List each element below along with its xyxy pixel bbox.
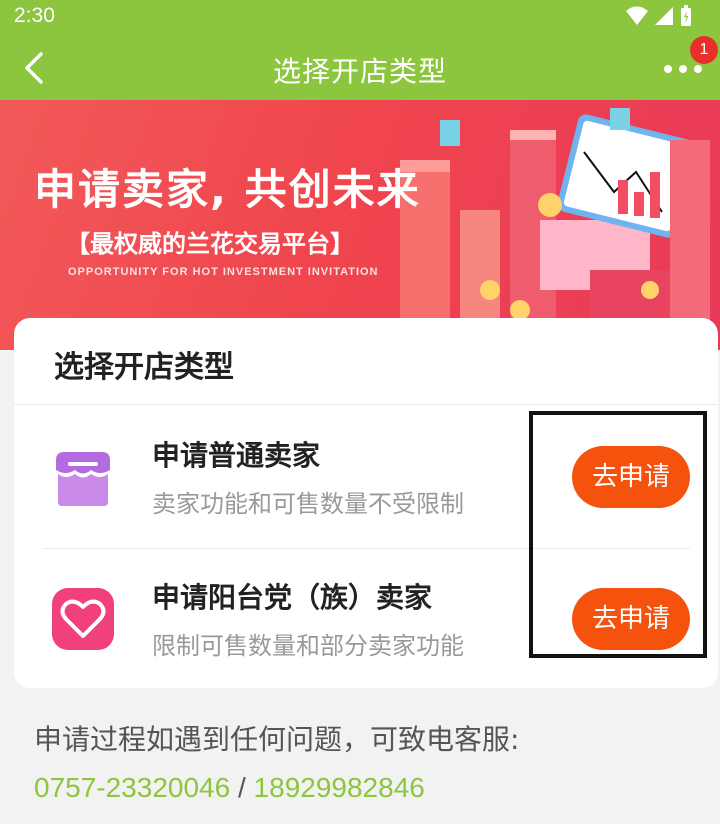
notification-badge: 1 [690,36,718,64]
status-icons [626,5,692,27]
banner-english-tagline: OPPORTUNITY FOR HOT INVESTMENT INVITATIO… [68,266,379,278]
shop-icon [56,452,110,506]
city-illustration [400,108,710,350]
phone-separator: / [230,772,254,803]
more-dots-icon [664,65,702,73]
heart-icon [52,588,114,650]
nav-bar: 选择开店类型 1 [0,34,720,100]
help-text: 申请过程如遇到任何问题，可致电客服: [34,723,520,756]
option-description: 卖家功能和可售数量不受限制 [152,490,464,518]
phone-link-2[interactable]: 18929982846 [254,772,425,803]
wifi-icon [626,6,648,25]
status-bar: 2:30 [0,0,720,34]
banner-subtitle: 【最权威的兰花交易平台】 [66,230,354,258]
highlight-box [529,411,707,658]
signal-icon [655,7,673,25]
status-time: 2:30 [14,4,55,27]
option-title: 申请普通卖家 [152,439,321,472]
page-title: 选择开店类型 [272,55,447,88]
card-title: 选择开店类型 [54,350,234,385]
phone-numbers: 0757-23320046 / 18929982846 [34,772,425,804]
promo-banner[interactable]: 申请卖家, 共创未来 【最权威的兰花交易平台】 OPPORTUNITY FOR … [0,100,720,350]
banner-headline: 申请卖家, 共创未来 [34,165,421,214]
battery-icon [681,5,691,26]
divider [14,404,718,405]
option-description: 限制可售数量和部分卖家功能 [152,632,464,660]
option-title: 申请阳台党（族）卖家 [152,581,433,614]
phone-link-1[interactable]: 0757-23320046 [34,772,230,803]
